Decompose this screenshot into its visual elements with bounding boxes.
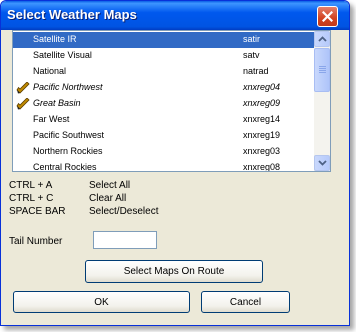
shortcut-keys: CTRL + A	[9, 180, 53, 191]
map-name: Far West	[33, 114, 70, 124]
map-name: National	[33, 66, 67, 76]
map-code: satv	[243, 50, 260, 60]
map-name: Northern Rockies	[33, 146, 103, 156]
cancel-button[interactable]: Cancel	[201, 291, 290, 313]
dialog-window: Select Weather Maps Satellite IR satir S…	[0, 0, 350, 326]
chevron-up-icon	[318, 36, 327, 42]
tail-number-input[interactable]	[93, 231, 157, 249]
close-icon	[322, 11, 333, 22]
map-list-item[interactable]: Satellite Visual satv	[13, 48, 314, 64]
shortcut-keys: CTRL + C	[9, 193, 54, 204]
ok-button[interactable]: OK	[13, 291, 190, 313]
map-list-item[interactable]: Central Rockies xnxreg08	[13, 160, 314, 171]
pencil-check-icon	[16, 97, 30, 112]
window-title: Select Weather Maps	[7, 7, 137, 22]
map-list-item[interactable]: National natrad	[13, 64, 314, 80]
map-name: Satellite Visual	[33, 50, 92, 60]
map-name: Pacific Southwest	[33, 130, 105, 140]
tail-number-label: Tail Number	[9, 236, 63, 247]
list-scrollbar[interactable]	[314, 31, 330, 171]
map-list-item[interactable]: Pacific Southwest xnxreg19	[13, 128, 314, 144]
pencil-check-icon	[16, 81, 30, 96]
map-list-item[interactable]: Satellite IR satir	[13, 32, 314, 48]
select-maps-on-route-button[interactable]: Select Maps On Route	[85, 260, 263, 283]
chevron-down-icon	[318, 160, 327, 166]
close-button[interactable]	[317, 6, 338, 27]
map-code: xnxreg08	[243, 162, 281, 171]
shortcut-keys: SPACE BAR	[9, 206, 66, 217]
map-code: xnxreg03	[243, 146, 281, 156]
map-name: Satellite IR	[33, 34, 77, 44]
map-name: Central Rockies	[33, 162, 97, 171]
map-code: natrad	[243, 66, 269, 76]
map-code: xnxreg19	[243, 130, 281, 140]
map-code: xnxreg14	[243, 114, 281, 124]
shortcut-action: Select/Deselect	[89, 206, 159, 217]
map-code: xnxreg09	[243, 98, 281, 108]
map-name: Pacific Northwest	[33, 82, 103, 92]
title-bar[interactable]: Select Weather Maps	[1, 1, 349, 30]
map-list-item[interactable]: Pacific Northwest xnxreg04	[13, 80, 314, 96]
scroll-up-button[interactable]	[314, 31, 330, 47]
map-code: satir	[243, 34, 261, 44]
map-list-item[interactable]: Great Basin xnxreg09	[13, 96, 314, 112]
map-name: Great Basin	[33, 98, 81, 108]
shortcut-action: Clear All	[89, 193, 127, 204]
shortcut-action: Select All	[89, 180, 131, 191]
weather-map-list[interactable]: Satellite IR satir Satellite Visual satv…	[12, 30, 331, 172]
scroll-thumb[interactable]	[314, 48, 330, 92]
scroll-down-button[interactable]	[314, 155, 330, 171]
map-list-item[interactable]: Far West xnxreg14	[13, 112, 314, 128]
map-code: xnxreg04	[243, 82, 281, 92]
map-list-item[interactable]: Northern Rockies xnxreg03	[13, 144, 314, 160]
